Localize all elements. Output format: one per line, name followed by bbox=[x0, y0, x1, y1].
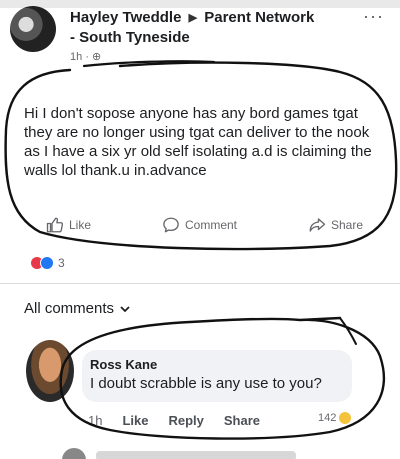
comment-reply-button[interactable]: Reply bbox=[168, 413, 203, 428]
share-arrow-icon bbox=[309, 218, 326, 232]
chevron-down-icon bbox=[120, 305, 130, 312]
like-reaction-icon bbox=[40, 256, 54, 270]
reactions-summary[interactable]: 3 bbox=[30, 256, 65, 270]
more-dots-icon[interactable]: ··· bbox=[363, 6, 384, 27]
thumbs-up-icon bbox=[46, 217, 64, 233]
separator-dot: · bbox=[85, 51, 89, 63]
haha-reaction-icon bbox=[339, 412, 352, 424]
commenter-name[interactable]: Ross Kane bbox=[90, 357, 157, 372]
next-commenter-avatar[interactable] bbox=[62, 448, 86, 459]
speech-bubble-icon bbox=[163, 217, 179, 233]
reaction-count: 3 bbox=[58, 256, 65, 270]
comments-filter-label: All comments bbox=[24, 300, 115, 317]
author-avatar[interactable] bbox=[10, 6, 56, 52]
group-location[interactable]: - South Tyneside bbox=[70, 29, 190, 46]
ink-underline-location bbox=[82, 60, 216, 68]
comment-label: Comment bbox=[185, 218, 238, 232]
group-name[interactable]: Parent Network bbox=[204, 9, 314, 26]
next-commenter-name-cutoff bbox=[96, 451, 296, 459]
share-label: Share bbox=[331, 218, 364, 232]
comment-reactions[interactable]: 142 bbox=[318, 412, 352, 424]
post-actions-bar: Like Comment Share bbox=[0, 212, 400, 240]
like-label: Like bbox=[69, 218, 92, 232]
ink-arrow-tail bbox=[339, 317, 357, 345]
commenter-avatar[interactable] bbox=[26, 340, 74, 402]
comment-like-button[interactable]: Like bbox=[122, 413, 148, 428]
share-button[interactable]: Share bbox=[308, 216, 363, 234]
like-button[interactable]: Like bbox=[46, 216, 91, 234]
post-meta: 1h · ⊕ bbox=[70, 50, 101, 63]
post-body: Hi I don't sopose anyone has any bord ga… bbox=[24, 105, 372, 179]
comment-reaction-count: 142 bbox=[318, 412, 337, 424]
comment-actions: 1h Like Reply Share bbox=[88, 413, 260, 428]
comment-text: I doubt scrabble is any use to you? bbox=[90, 375, 322, 392]
author-name[interactable]: Hayley Tweddle bbox=[70, 9, 181, 26]
comments-filter[interactable]: All comments bbox=[24, 300, 130, 317]
post-timestamp[interactable]: 1h bbox=[70, 51, 82, 63]
triangle-right-icon: ▶ bbox=[188, 12, 198, 24]
divider bbox=[0, 283, 400, 284]
globe-icon: ⊕ bbox=[92, 51, 102, 63]
comment-button[interactable]: Comment bbox=[162, 216, 237, 234]
comment-share-button[interactable]: Share bbox=[224, 413, 260, 428]
top-edge-bar bbox=[0, 0, 400, 8]
comment-timestamp[interactable]: 1h bbox=[88, 413, 102, 428]
post-author-line: Hayley Tweddle ▶ Parent Network - South … bbox=[70, 8, 340, 47]
